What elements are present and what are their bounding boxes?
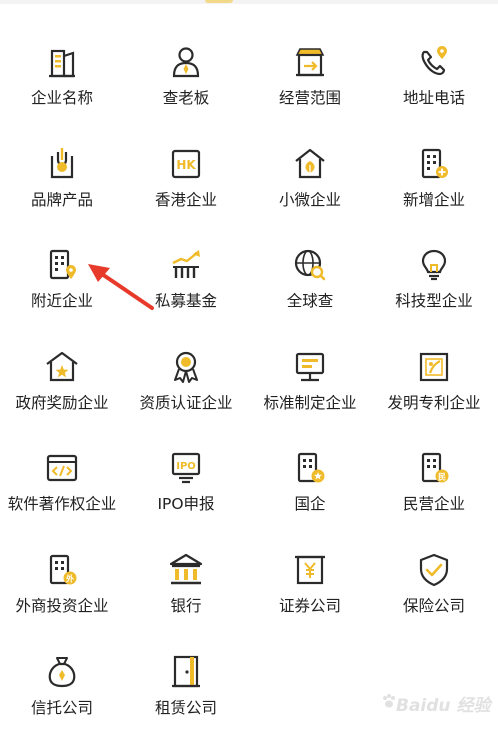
service-tile-12[interactable]: 科技型企业	[372, 247, 496, 347]
service-tile-8[interactable]: 新增企业	[372, 146, 496, 246]
monitor-standard-icon	[292, 349, 328, 385]
service-tile-24[interactable]: 保险公司	[372, 552, 496, 652]
service-label: IPO申报	[157, 495, 215, 513]
service-tile-15[interactable]: 标准制定企业	[248, 349, 372, 449]
storefront-icon	[292, 44, 328, 80]
star-house-icon	[44, 349, 80, 385]
service-tile-5[interactable]: 品牌产品	[0, 146, 124, 246]
door-icon	[168, 654, 204, 690]
service-tile-25[interactable]: 信托公司	[0, 654, 124, 754]
service-label: 香港企业	[154, 191, 217, 209]
service-tile-22[interactable]: 银行	[124, 552, 248, 652]
building-icon	[44, 44, 80, 80]
service-label: 经营范围	[278, 89, 341, 107]
service-label: 租赁公司	[154, 699, 217, 717]
bank-icon	[168, 552, 204, 588]
globe-search-icon	[292, 247, 328, 283]
brand-product-icon	[44, 146, 80, 182]
service-label: 附近企业	[30, 292, 93, 310]
rising-chart-icon	[168, 247, 204, 283]
service-tile-10[interactable]: 私募基金	[124, 247, 248, 347]
service-label: 软件著作权企业	[7, 495, 117, 513]
svg-text:外: 外	[66, 574, 74, 584]
service-tile-3[interactable]: 经营范围	[248, 44, 372, 144]
service-label: 地址电话	[402, 89, 465, 107]
service-label: 查老板	[162, 89, 210, 107]
service-tile-13[interactable]: 政府奖励企业	[0, 349, 124, 449]
service-tile-11[interactable]: 全球查	[248, 247, 372, 347]
svg-text:HK: HK	[176, 158, 196, 172]
service-tile-23[interactable]: 证券公司	[248, 552, 372, 652]
service-label: 标准制定企业	[263, 394, 357, 412]
service-label: 资质认证企业	[139, 394, 233, 412]
service-tile-9[interactable]: 附近企业	[0, 247, 124, 347]
service-label: 私募基金	[154, 292, 217, 310]
service-tile-19[interactable]: 国企	[248, 450, 372, 550]
service-label: 信托公司	[30, 699, 93, 717]
shield-check-icon	[416, 552, 452, 588]
service-label: 民营企业	[402, 495, 465, 513]
paw-icon	[383, 694, 395, 708]
service-label: 证券公司	[278, 597, 341, 615]
service-label: 品牌产品	[30, 191, 93, 209]
hk-badge-icon: HK	[168, 146, 204, 182]
boss-person-icon	[168, 44, 204, 80]
service-tile-17[interactable]: 软件著作权企业	[0, 450, 124, 550]
service-tile-2[interactable]: 查老板	[124, 44, 248, 144]
svg-text:IPO: IPO	[176, 461, 196, 472]
service-tile-1[interactable]: 企业名称	[0, 44, 124, 144]
service-tile-14[interactable]: 资质认证企业	[124, 349, 248, 449]
service-label: 企业名称	[30, 89, 93, 107]
service-tile-7[interactable]: 小微企业	[248, 146, 372, 246]
watermark: Baidu 经验	[382, 686, 492, 716]
svg-text:民: 民	[438, 473, 446, 482]
service-label: 小微企业	[278, 191, 341, 209]
small-house-leaf-icon	[292, 146, 328, 182]
nearby-building-icon	[44, 247, 80, 283]
watermark-text: Baidu 经验	[396, 696, 491, 716]
phone-location-icon	[416, 44, 452, 80]
private-building-icon: 民	[416, 450, 452, 486]
service-label: 银行	[170, 597, 202, 615]
new-building-icon	[416, 146, 452, 182]
top-edge	[0, 0, 498, 4]
service-tile-26[interactable]: 租赁公司	[124, 654, 248, 754]
service-tile-18[interactable]: IPO IPO申报	[124, 450, 248, 550]
service-label: 科技型企业	[395, 292, 473, 310]
service-label: 外商投资企业	[15, 597, 109, 615]
foreign-building-icon: 外	[44, 552, 80, 588]
top-accent-bar	[205, 0, 233, 3]
service-label: 全球查	[286, 292, 334, 310]
service-tile-20[interactable]: 民民营企业	[372, 450, 496, 550]
award-ribbon-icon	[168, 349, 204, 385]
state-building-icon	[292, 450, 328, 486]
service-label: 新增企业	[402, 191, 465, 209]
securities-yen-icon	[292, 552, 328, 588]
service-label: 政府奖励企业	[15, 394, 109, 412]
money-bag-icon	[44, 654, 80, 690]
service-label: 发明专利企业	[387, 394, 481, 412]
service-label: 国企	[294, 495, 326, 513]
service-label: 保险公司	[402, 597, 465, 615]
lightbulb-icon	[416, 247, 452, 283]
ipo-screen-icon: IPO	[168, 450, 204, 486]
service-tile-6[interactable]: HK 香港企业	[124, 146, 248, 246]
service-tile-4[interactable]: 地址电话	[372, 44, 496, 144]
code-window-icon	[44, 450, 80, 486]
service-tile-16[interactable]: 发明专利企业	[372, 349, 496, 449]
service-tile-21[interactable]: 外外商投资企业	[0, 552, 124, 652]
patent-certificate-icon	[416, 349, 452, 385]
